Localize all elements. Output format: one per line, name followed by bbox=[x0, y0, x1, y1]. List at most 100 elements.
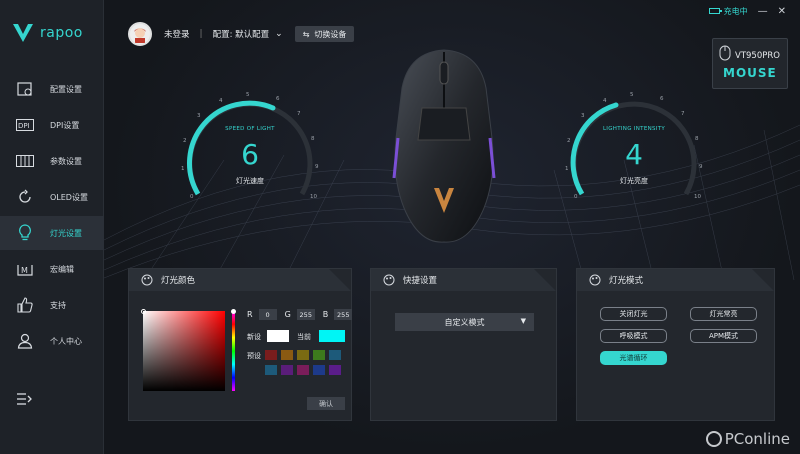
close-button[interactable]: ✕ bbox=[778, 6, 786, 17]
chevron-down-icon[interactable]: ⌄ bbox=[275, 29, 283, 39]
sidebar-item-label: 宏编辑 bbox=[50, 264, 74, 274]
switch-device-button[interactable]: ⇆ 切换设备 bbox=[294, 26, 355, 42]
sidebar: rapoo 配置设置 DPI DPI设置 参数设置 OLED设置 灯光设置 M bbox=[0, 0, 104, 454]
palette-icon bbox=[589, 274, 601, 286]
b-input[interactable]: 255 bbox=[334, 309, 353, 320]
preset-swatch[interactable] bbox=[265, 365, 277, 375]
refresh-icon bbox=[16, 188, 34, 206]
preset-swatch[interactable] bbox=[313, 365, 325, 375]
intensity-gauge[interactable]: LIGHTING INTENSITY 4 灯光亮度 0 1 2 3 4 5 6 … bbox=[554, 86, 714, 206]
g-input[interactable]: 255 bbox=[296, 309, 315, 320]
sidebar-item-params[interactable]: 参数设置 bbox=[0, 144, 104, 178]
mouse-icon bbox=[719, 45, 731, 61]
panel-corner bbox=[329, 269, 351, 291]
user-icon bbox=[16, 332, 34, 350]
new-color-label: 新设 bbox=[247, 333, 261, 341]
gauge-tick: 3 bbox=[197, 113, 201, 119]
watermark: PConline bbox=[705, 430, 790, 448]
sidebar-item-config[interactable]: 配置设置 bbox=[0, 72, 104, 106]
preset-label: 预设 bbox=[247, 352, 261, 360]
sidebar-item-support[interactable]: 支持 bbox=[0, 288, 104, 322]
g-label: G bbox=[284, 310, 291, 319]
watermark-text: PConline bbox=[724, 430, 790, 448]
preset-swatch[interactable] bbox=[265, 350, 277, 360]
speed-value: 6 bbox=[241, 138, 259, 171]
confirm-button[interactable]: 确认 bbox=[307, 397, 345, 410]
switch-device-label: 切换设备 bbox=[314, 29, 347, 39]
sidebar-item-oled[interactable]: OLED设置 bbox=[0, 180, 104, 214]
minimize-button[interactable]: — bbox=[758, 6, 768, 17]
config-icon bbox=[16, 80, 34, 98]
gauge-tick: 4 bbox=[219, 98, 223, 104]
panel-header: 灯光模式 bbox=[577, 269, 774, 291]
palette-icon bbox=[141, 274, 153, 286]
panel-header: 快捷设置 bbox=[371, 269, 556, 291]
rapoo-logo: rapoo bbox=[12, 18, 83, 48]
gauge-tick: 1 bbox=[181, 166, 185, 172]
preset-swatch[interactable] bbox=[329, 350, 341, 360]
gauge-tick: 9 bbox=[699, 164, 703, 170]
mode-static-button[interactable]: 灯光常亮 bbox=[690, 307, 757, 321]
rgb-inputs: R 0 G 255 B 255 bbox=[247, 309, 353, 320]
new-color-swatch bbox=[267, 330, 289, 342]
gauge-tick: 5 bbox=[630, 92, 634, 98]
color-picker-knob[interactable] bbox=[141, 309, 146, 314]
dpi-icon: DPI bbox=[16, 116, 34, 134]
device-badge[interactable]: VT950PRO MOUSE bbox=[712, 38, 788, 89]
hue-slider-knob[interactable] bbox=[231, 309, 236, 314]
charging-status: 充电中 bbox=[708, 6, 748, 17]
preset-swatch[interactable] bbox=[281, 365, 293, 375]
svg-text:M: M bbox=[21, 266, 28, 275]
device-type: MOUSE bbox=[723, 66, 777, 80]
mouse-image bbox=[392, 49, 496, 243]
mode-apm-button[interactable]: APM模式 bbox=[690, 329, 757, 343]
bulb-icon bbox=[16, 224, 34, 242]
mode-select-value: 自定义模式 bbox=[444, 317, 485, 327]
intensity-caption: LIGHTING INTENSITY bbox=[602, 126, 666, 132]
gauge-tick: 8 bbox=[695, 136, 699, 142]
preset-swatch[interactable] bbox=[297, 365, 309, 375]
preset-swatch[interactable] bbox=[313, 350, 325, 360]
panel-title: 灯光模式 bbox=[609, 276, 644, 286]
preset-swatch[interactable] bbox=[329, 365, 341, 375]
gauge-tick: 0 bbox=[190, 194, 194, 200]
sliders-icon bbox=[16, 152, 34, 170]
r-input[interactable]: 0 bbox=[258, 309, 277, 320]
gauge-tick: 5 bbox=[246, 92, 250, 98]
dropdown-arrow-icon: ▼ bbox=[520, 317, 526, 325]
preset-swatch[interactable] bbox=[297, 350, 309, 360]
sidebar-item-label: 参数设置 bbox=[50, 156, 82, 166]
gauge-tick: 6 bbox=[276, 96, 280, 102]
mode-off-button[interactable]: 关闭灯光 bbox=[600, 307, 667, 321]
sidebar-item-macro[interactable]: M 宏编辑 bbox=[0, 252, 104, 286]
light-color-panel: 灯光颜色 R 0 G 255 B 255 新设 当前 预设 确认 bbox=[128, 268, 353, 421]
battery-icon bbox=[708, 8, 722, 14]
svg-text:DPI: DPI bbox=[18, 122, 30, 130]
gauge-tick: 1 bbox=[565, 166, 569, 172]
collapse-menu-icon[interactable] bbox=[16, 392, 34, 410]
thumbs-up-icon bbox=[16, 296, 34, 314]
gauge-tick: 7 bbox=[297, 111, 301, 117]
mode-spectrum-button[interactable]: 光谱循环 bbox=[600, 351, 667, 365]
color-picker[interactable] bbox=[141, 309, 225, 391]
config-selector[interactable]: 配置: 默认配置 bbox=[213, 28, 270, 40]
intensity-label: 灯光亮度 bbox=[620, 177, 648, 185]
palette-icon bbox=[383, 274, 395, 286]
gauge-tick: 2 bbox=[183, 138, 187, 144]
sidebar-item-profile[interactable]: 个人中心 bbox=[0, 324, 104, 358]
macro-icon: M bbox=[16, 260, 34, 278]
swap-icon: ⇆ bbox=[302, 29, 310, 39]
hue-slider[interactable] bbox=[231, 309, 236, 391]
sidebar-item-dpi[interactable]: DPI DPI设置 bbox=[0, 108, 104, 142]
gauge-tick: 10 bbox=[310, 194, 317, 200]
mode-breathing-button[interactable]: 呼吸模式 bbox=[600, 329, 667, 343]
current-color-label: 当前 bbox=[297, 333, 311, 341]
gauge-tick: 8 bbox=[311, 136, 315, 142]
sidebar-item-lighting[interactable]: 灯光设置 bbox=[0, 216, 104, 250]
window-controls: 充电中 — ✕ bbox=[708, 4, 786, 18]
login-status[interactable]: 未登录 bbox=[164, 28, 190, 40]
avatar[interactable] bbox=[128, 22, 152, 46]
speed-gauge[interactable]: SPEED OF LIGHT 6 灯光速度 0 1 2 3 4 5 6 7 8 … bbox=[170, 86, 330, 206]
mode-select[interactable]: 自定义模式 ▼ bbox=[395, 313, 534, 331]
preset-swatch[interactable] bbox=[281, 350, 293, 360]
